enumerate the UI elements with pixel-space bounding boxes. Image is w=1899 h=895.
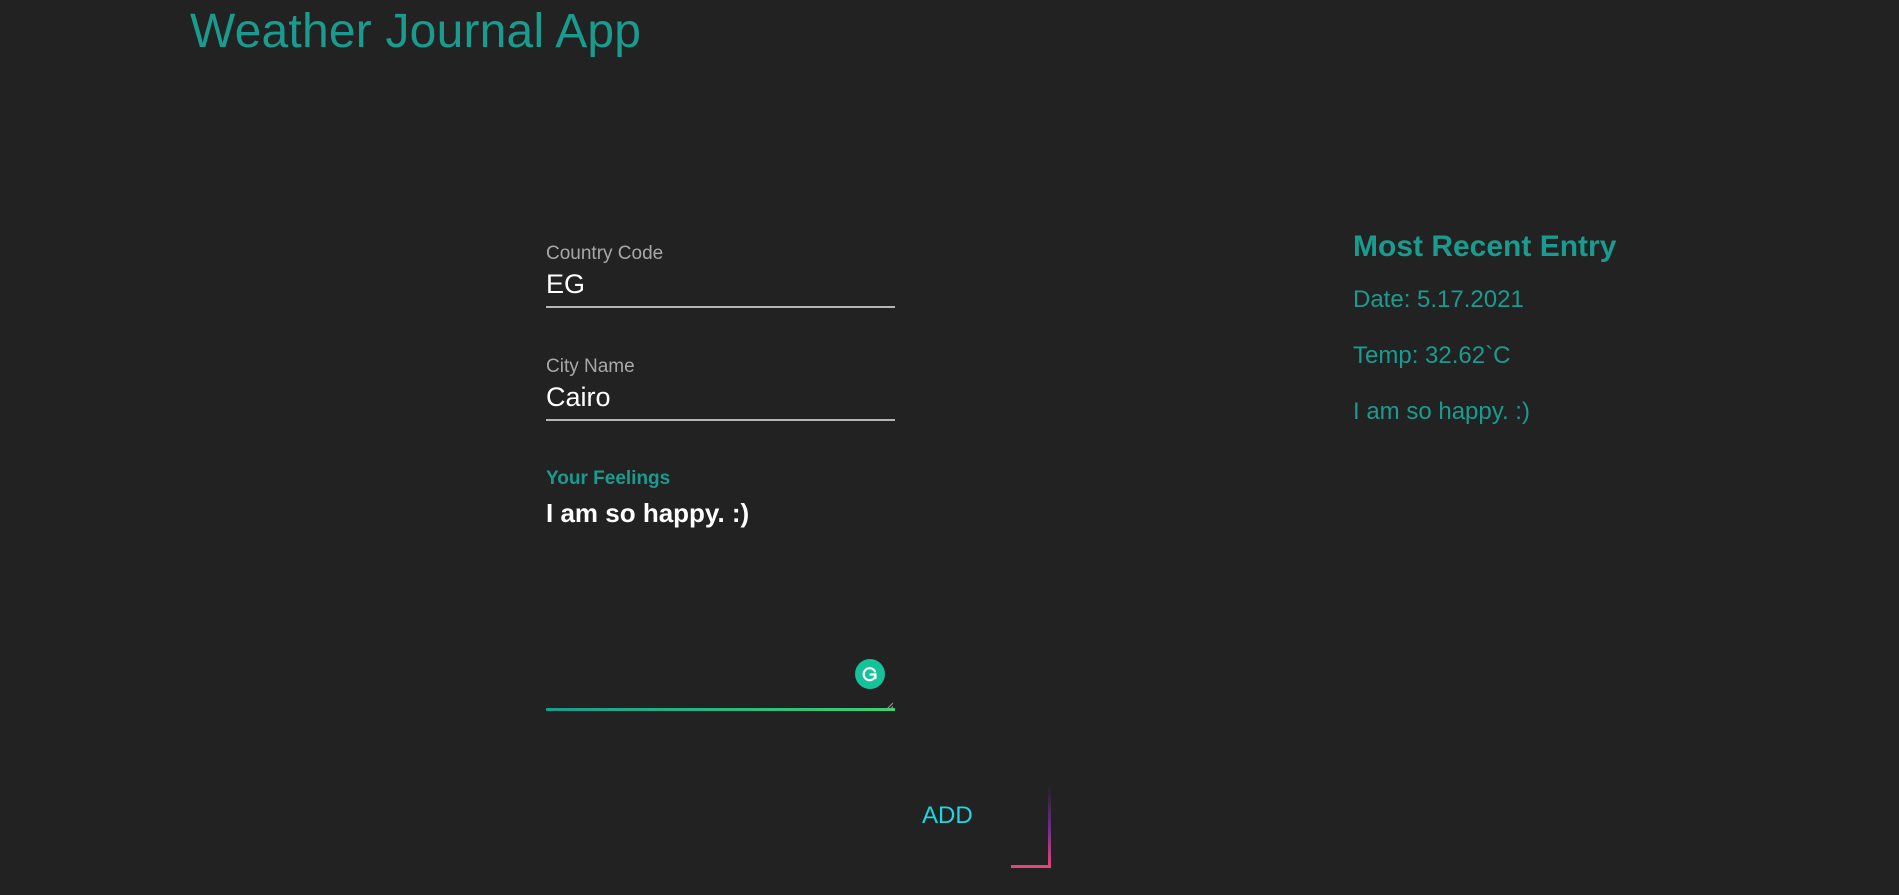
app-title: Weather Journal App	[190, 5, 642, 58]
entry-date: Date: 5.17.2021	[1353, 286, 1524, 313]
feelings-textarea-wrapper: I am so happy. :)	[546, 490, 895, 711]
resize-handle-icon[interactable]	[885, 697, 894, 711]
most-recent-entry-panel: Most Recent Entry Date: 5.17.2021 Temp: …	[1353, 226, 1616, 426]
entry-content: I am so happy. :)	[1353, 398, 1530, 425]
feelings-textarea[interactable]: I am so happy. :)	[546, 490, 895, 708]
city-name-label: City Name	[546, 356, 635, 377]
add-button-corner-horizontal	[1011, 865, 1051, 868]
grammarly-glyph	[862, 667, 877, 682]
add-button-corner-vertical	[1048, 786, 1051, 868]
city-name-input[interactable]	[546, 378, 895, 421]
country-code-label: Country Code	[546, 243, 664, 264]
page: Weather Journal App Country Code City Na…	[0, 0, 1899, 895]
country-code-input[interactable]	[546, 265, 895, 308]
feelings-label: Your Feelings	[546, 468, 671, 489]
most-recent-entry-title: Most Recent Entry	[1353, 230, 1617, 263]
feelings-underline	[546, 708, 895, 711]
add-button-label: ADD	[922, 802, 973, 829]
country-code-field: Country Code	[546, 243, 895, 308]
feelings-field: Your Feelings I am so happy. :)	[546, 468, 895, 711]
city-name-field: City Name	[546, 356, 895, 421]
entry-temp: Temp: 32.62`C	[1353, 342, 1511, 369]
add-button[interactable]: ADD	[908, 786, 1053, 868]
resize-lines	[885, 702, 894, 711]
grammarly-icon[interactable]	[855, 659, 885, 689]
